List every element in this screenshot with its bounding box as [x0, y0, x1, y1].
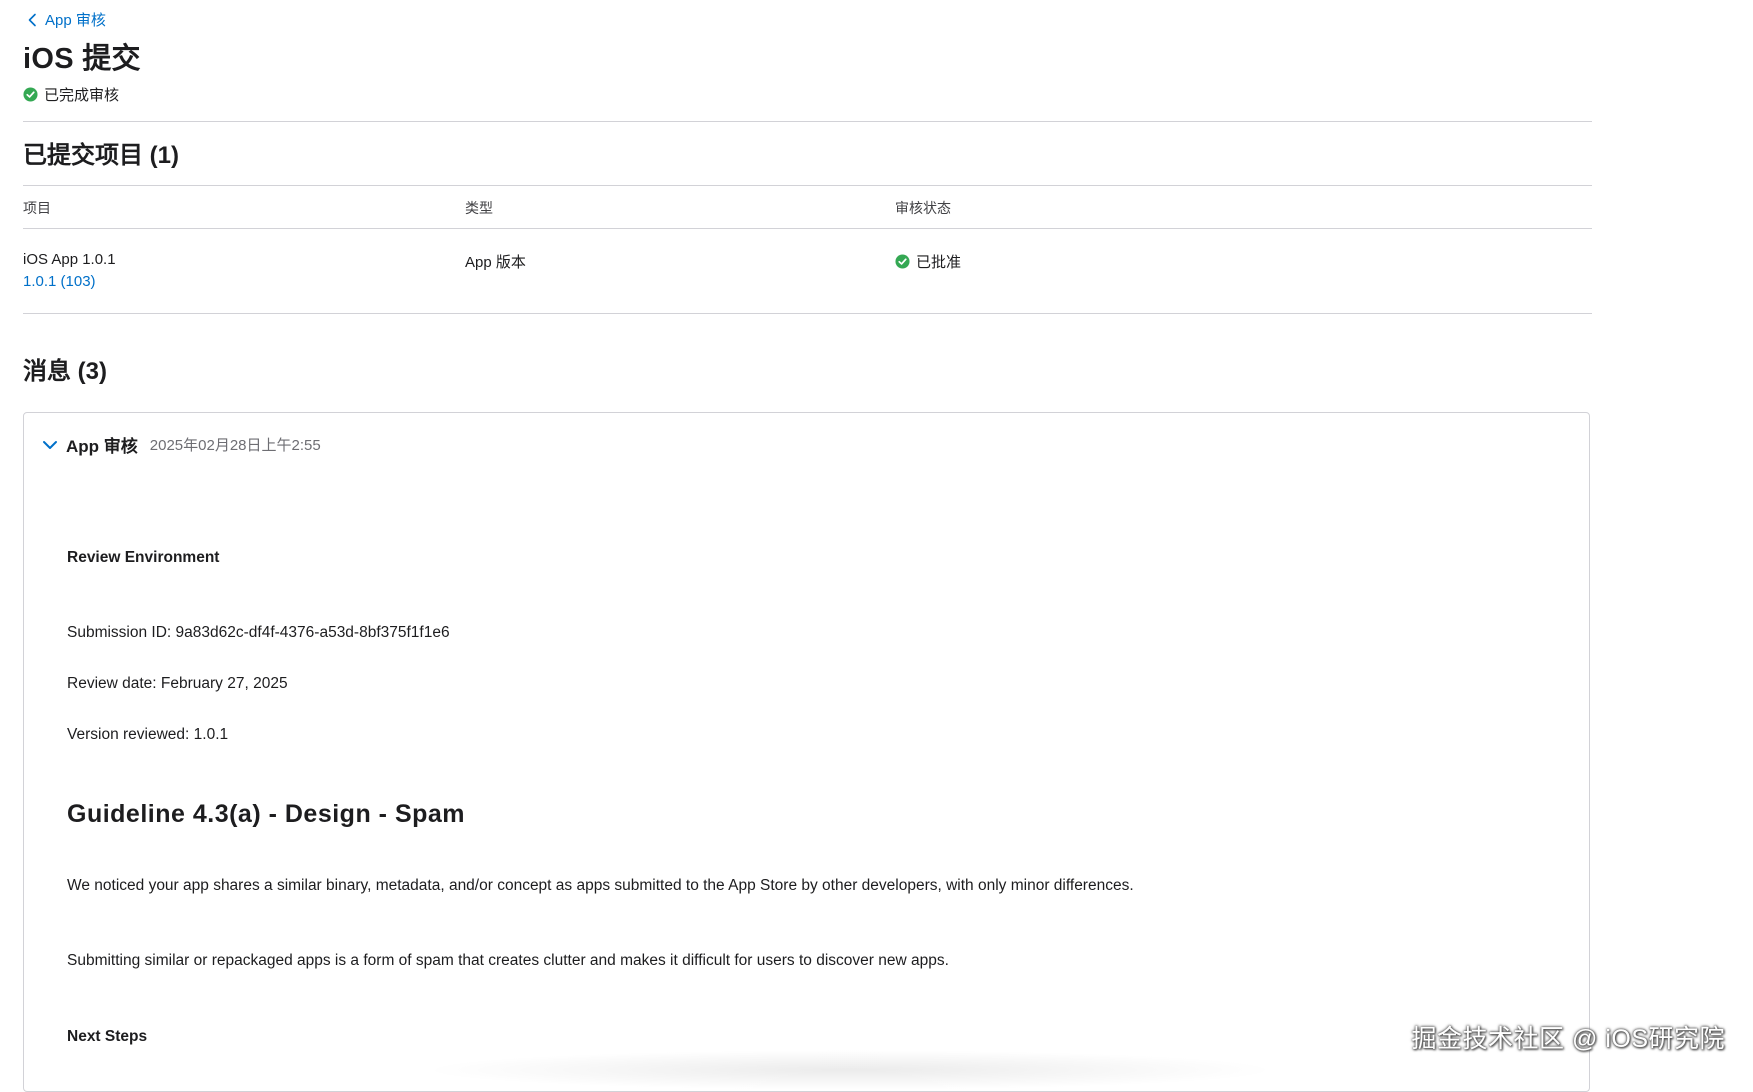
next-steps-heading: Next Steps	[67, 1028, 148, 1045]
guideline-paragraph-2: Submitting similar or repackaged apps is…	[67, 952, 949, 969]
column-header-item: 项目	[23, 200, 51, 216]
item-name: iOS App 1.0.1	[23, 251, 116, 268]
item-build-link[interactable]: 1.0.1 (103)	[23, 273, 96, 290]
divider	[23, 185, 1592, 186]
divider	[23, 121, 1592, 122]
chevron-left-icon	[23, 10, 43, 30]
message-header-toggle[interactable]: App 审核 2025年02月28日上午2:55	[40, 432, 321, 457]
page-title: iOS 提交	[23, 43, 141, 75]
review-environment-heading: Review Environment	[67, 549, 220, 566]
messages-title: 消息 (3)	[23, 358, 107, 385]
check-circle-icon	[895, 254, 910, 269]
message-sender: App 审核	[66, 437, 138, 456]
breadcrumb-label: App 审核	[45, 12, 106, 29]
review-date: Review date: February 27, 2025	[67, 675, 288, 692]
message-card: App 审核 2025年02月28日上午2:55 Review Environm…	[23, 412, 1590, 1092]
guideline-heading: Guideline 4.3(a) - Design - Spam	[67, 800, 466, 828]
submitted-items-title: 已提交项目 (1)	[23, 142, 179, 169]
watermark: 掘金技术社区 @ iOS研究院	[1411, 1025, 1725, 1053]
divider	[23, 228, 1592, 229]
status-text: 已完成审核	[44, 87, 120, 104]
item-type: App 版本	[465, 254, 526, 271]
chevron-down-icon	[40, 435, 60, 455]
breadcrumb-back-link[interactable]: App 审核	[23, 9, 106, 30]
submission-status: 已完成审核	[23, 84, 119, 105]
version-reviewed: Version reviewed: 1.0.1	[67, 726, 229, 743]
guideline-paragraph-1: We noticed your app shares a similar bin…	[67, 877, 1134, 894]
divider	[23, 313, 1592, 314]
column-header-status: 审核状态	[895, 200, 951, 216]
message-date: 2025年02月28日上午2:55	[149, 437, 321, 454]
column-header-type: 类型	[465, 200, 493, 216]
check-circle-icon	[23, 87, 38, 102]
item-status: 已批准	[895, 251, 961, 272]
bottom-shadow	[420, 1050, 1280, 1090]
item-status-text: 已批准	[916, 254, 962, 271]
submission-id: Submission ID: 9a83d62c-df4f-4376-a53d-8…	[67, 624, 450, 641]
